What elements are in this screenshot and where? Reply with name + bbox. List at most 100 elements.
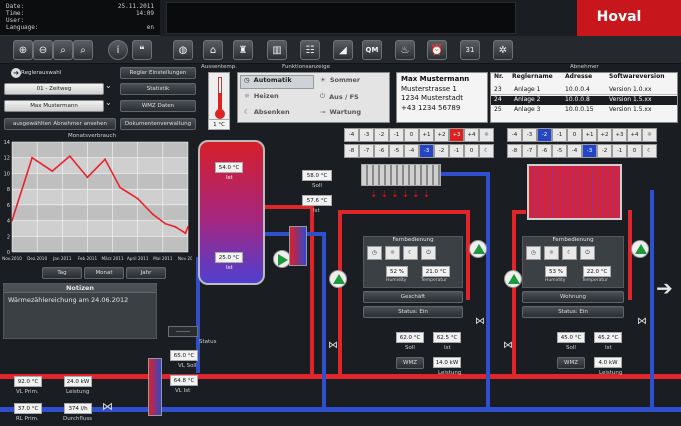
- zeitweg-select[interactable]: 01 - Zeitweg: [4, 83, 104, 95]
- setback-offset-cell[interactable]: -3: [419, 144, 434, 158]
- setback-offset-cell[interactable]: -7: [522, 144, 537, 158]
- settings-icon[interactable]: ✲: [493, 40, 513, 60]
- zone1-wmz-button[interactable]: WMZ: [396, 357, 424, 369]
- setback-offset-cell[interactable]: -4: [404, 144, 419, 158]
- setback-offset-cell[interactable]: -1: [449, 144, 464, 158]
- valve-icon[interactable]: ⋈: [503, 340, 513, 351]
- valve-icon[interactable]: ⋈: [102, 400, 116, 413]
- sun-icon[interactable]: ☼: [385, 246, 400, 260]
- setback-offset-cell[interactable]: -2: [434, 144, 449, 158]
- power-icon[interactable]: ⏻: [421, 246, 436, 260]
- notes-panel: Notizen Wärmezählereichung am 24.06.2012: [3, 283, 157, 339]
- chevron-down-icon[interactable]: ⌄: [105, 98, 112, 107]
- setback-offset-cell[interactable]: -2: [597, 144, 612, 158]
- mode-heizen[interactable]: ☼ Heizen: [244, 92, 279, 100]
- table-row-selected[interactable]: 24 Anlage 2 10.0.0.8 Version 1.5.xx: [491, 96, 677, 105]
- zoom-out-icon[interactable]: ⊖: [33, 40, 53, 60]
- setback-offset-cell[interactable]: -8: [507, 144, 522, 158]
- zoom-fit-icon[interactable]: ⌕: [73, 40, 93, 60]
- zone2-pump-icon[interactable]: [504, 270, 522, 288]
- alarm-icon[interactable]: ⏰: [427, 40, 447, 60]
- setpoint-offset-cell[interactable]: +3: [612, 128, 627, 142]
- table-row[interactable]: 23 Anlage 1 10.0.0.4 Version 1.0.xx: [491, 86, 677, 95]
- sun-icon[interactable]: ☼: [544, 246, 559, 260]
- setback-offset-cell[interactable]: 0: [464, 144, 479, 158]
- solar-icon[interactable]: ◢: [333, 40, 353, 60]
- setback-offset-cell[interactable]: -7: [359, 144, 374, 158]
- setpoint-offset-cell[interactable]: -3: [522, 128, 537, 142]
- dokumente-button[interactable]: Dokumentenverwaltung: [120, 118, 196, 130]
- statistik-button[interactable]: Statistik: [120, 83, 196, 95]
- mode-aus[interactable]: ⏻ Aus / FS: [320, 92, 359, 101]
- qm-icon[interactable]: QM: [362, 40, 382, 60]
- chevron-down-icon[interactable]: ⌄: [105, 81, 112, 90]
- setpoint-offset-cell[interactable]: -4: [344, 128, 359, 142]
- mode-absenken[interactable]: ☾ Absenken: [244, 108, 290, 116]
- setback-offset-cell[interactable]: -6: [374, 144, 389, 158]
- mode-automatik[interactable]: ◷ Automatik: [244, 76, 292, 84]
- setback-offset-cell[interactable]: -1: [612, 144, 627, 158]
- distributor-icon[interactable]: ☷: [300, 40, 320, 60]
- zoom-reset-icon[interactable]: ⌕: [53, 40, 73, 60]
- heat-icon[interactable]: ♨: [395, 40, 415, 60]
- notes-text[interactable]: Wärmezählereichung am 24.06.2012: [4, 293, 156, 307]
- setback-offset-cell[interactable]: -5: [552, 144, 567, 158]
- chat-icon[interactable]: ❝: [132, 40, 152, 60]
- mode-sommer[interactable]: ☀ Sommer: [320, 76, 360, 84]
- setpoint-offset-cell[interactable]: +1: [582, 128, 597, 142]
- wmz-daten-button[interactable]: WMZ Daten: [120, 100, 196, 112]
- tab-tag[interactable]: Tag: [42, 267, 82, 279]
- setpoint-offset-cell[interactable]: -3: [359, 128, 374, 142]
- info-icon[interactable]: i: [108, 40, 128, 60]
- home-icon[interactable]: ⌂: [203, 40, 223, 60]
- tab-monat[interactable]: Monat: [84, 267, 124, 279]
- setpoint-offset-cell[interactable]: -4: [507, 128, 522, 142]
- setpoint-offset-cell[interactable]: -2: [537, 128, 552, 142]
- zone1-room-button[interactable]: Geschäft: [363, 291, 463, 303]
- setpoint-offset-cell[interactable]: +4: [627, 128, 642, 142]
- zone2-room-button[interactable]: Wohnung: [522, 291, 624, 303]
- setpoint-offset-cell[interactable]: +2: [434, 128, 449, 142]
- tab-jahr[interactable]: Jahr: [126, 267, 166, 279]
- zone1-pump2-icon[interactable]: [469, 240, 487, 258]
- radiator-icon[interactable]: ▥: [267, 40, 287, 60]
- globe-icon[interactable]: ◍: [173, 40, 193, 60]
- setback-offset-cell[interactable]: -8: [344, 144, 359, 158]
- calendar-icon[interactable]: 31: [460, 40, 480, 60]
- zoom-in-icon[interactable]: ⊕: [13, 40, 33, 60]
- zone1-pump-icon[interactable]: [329, 270, 347, 288]
- valve-icon[interactable]: ⋈: [475, 316, 485, 327]
- setpoint-offset-cell[interactable]: +4: [464, 128, 479, 142]
- clock-icon[interactable]: ◷: [367, 246, 382, 260]
- setpoint-offset-cell[interactable]: -1: [389, 128, 404, 142]
- moon-icon[interactable]: ☾: [562, 246, 577, 260]
- setpoint-offset-cell[interactable]: -1: [552, 128, 567, 142]
- setback-offset-cell[interactable]: -6: [537, 144, 552, 158]
- abnehmer-view-button[interactable]: ausgewählten Abnehmer ansehen: [4, 118, 116, 130]
- boiler-icon[interactable]: ♜: [233, 40, 253, 60]
- regler-settings-button[interactable]: Regler Einstellungen: [120, 67, 196, 79]
- clock-icon[interactable]: ◷: [526, 246, 541, 260]
- valve-icon[interactable]: ⋈: [637, 316, 647, 327]
- setback-offset-cell[interactable]: -3: [582, 144, 597, 158]
- setpoint-offset-cell[interactable]: 0: [567, 128, 582, 142]
- setpoint-offset-cell[interactable]: 0: [404, 128, 419, 142]
- valve-icon[interactable]: ⋈: [328, 340, 338, 351]
- mode-wartung[interactable]: ⊸ Wartung: [320, 108, 361, 116]
- setback-offset-cell[interactable]: -4: [567, 144, 582, 158]
- grid-band: [12, 236, 188, 252]
- setpoint-offset-cell[interactable]: +3: [449, 128, 464, 142]
- setpoint-offset-cell[interactable]: -2: [374, 128, 389, 142]
- setback-offset-cell[interactable]: 0: [627, 144, 642, 158]
- power-icon[interactable]: ⏻: [580, 246, 595, 260]
- humidity-label: Humidity: [545, 278, 566, 283]
- setback-offset-cell[interactable]: -5: [389, 144, 404, 158]
- zone2-wmz-button[interactable]: WMZ: [557, 357, 585, 369]
- moon-icon[interactable]: ☾: [403, 246, 418, 260]
- next-page-arrow-icon[interactable]: ➔: [656, 276, 673, 300]
- setpoint-offset-cell[interactable]: +2: [597, 128, 612, 142]
- user-select[interactable]: Max Mustermann: [4, 100, 104, 112]
- setpoint-offset-cell[interactable]: +1: [419, 128, 434, 142]
- zone2-pump2-icon[interactable]: [631, 240, 649, 258]
- table-row[interactable]: 25 Anlage 3 10.0.0.15 Version 1.5.xx: [491, 106, 677, 115]
